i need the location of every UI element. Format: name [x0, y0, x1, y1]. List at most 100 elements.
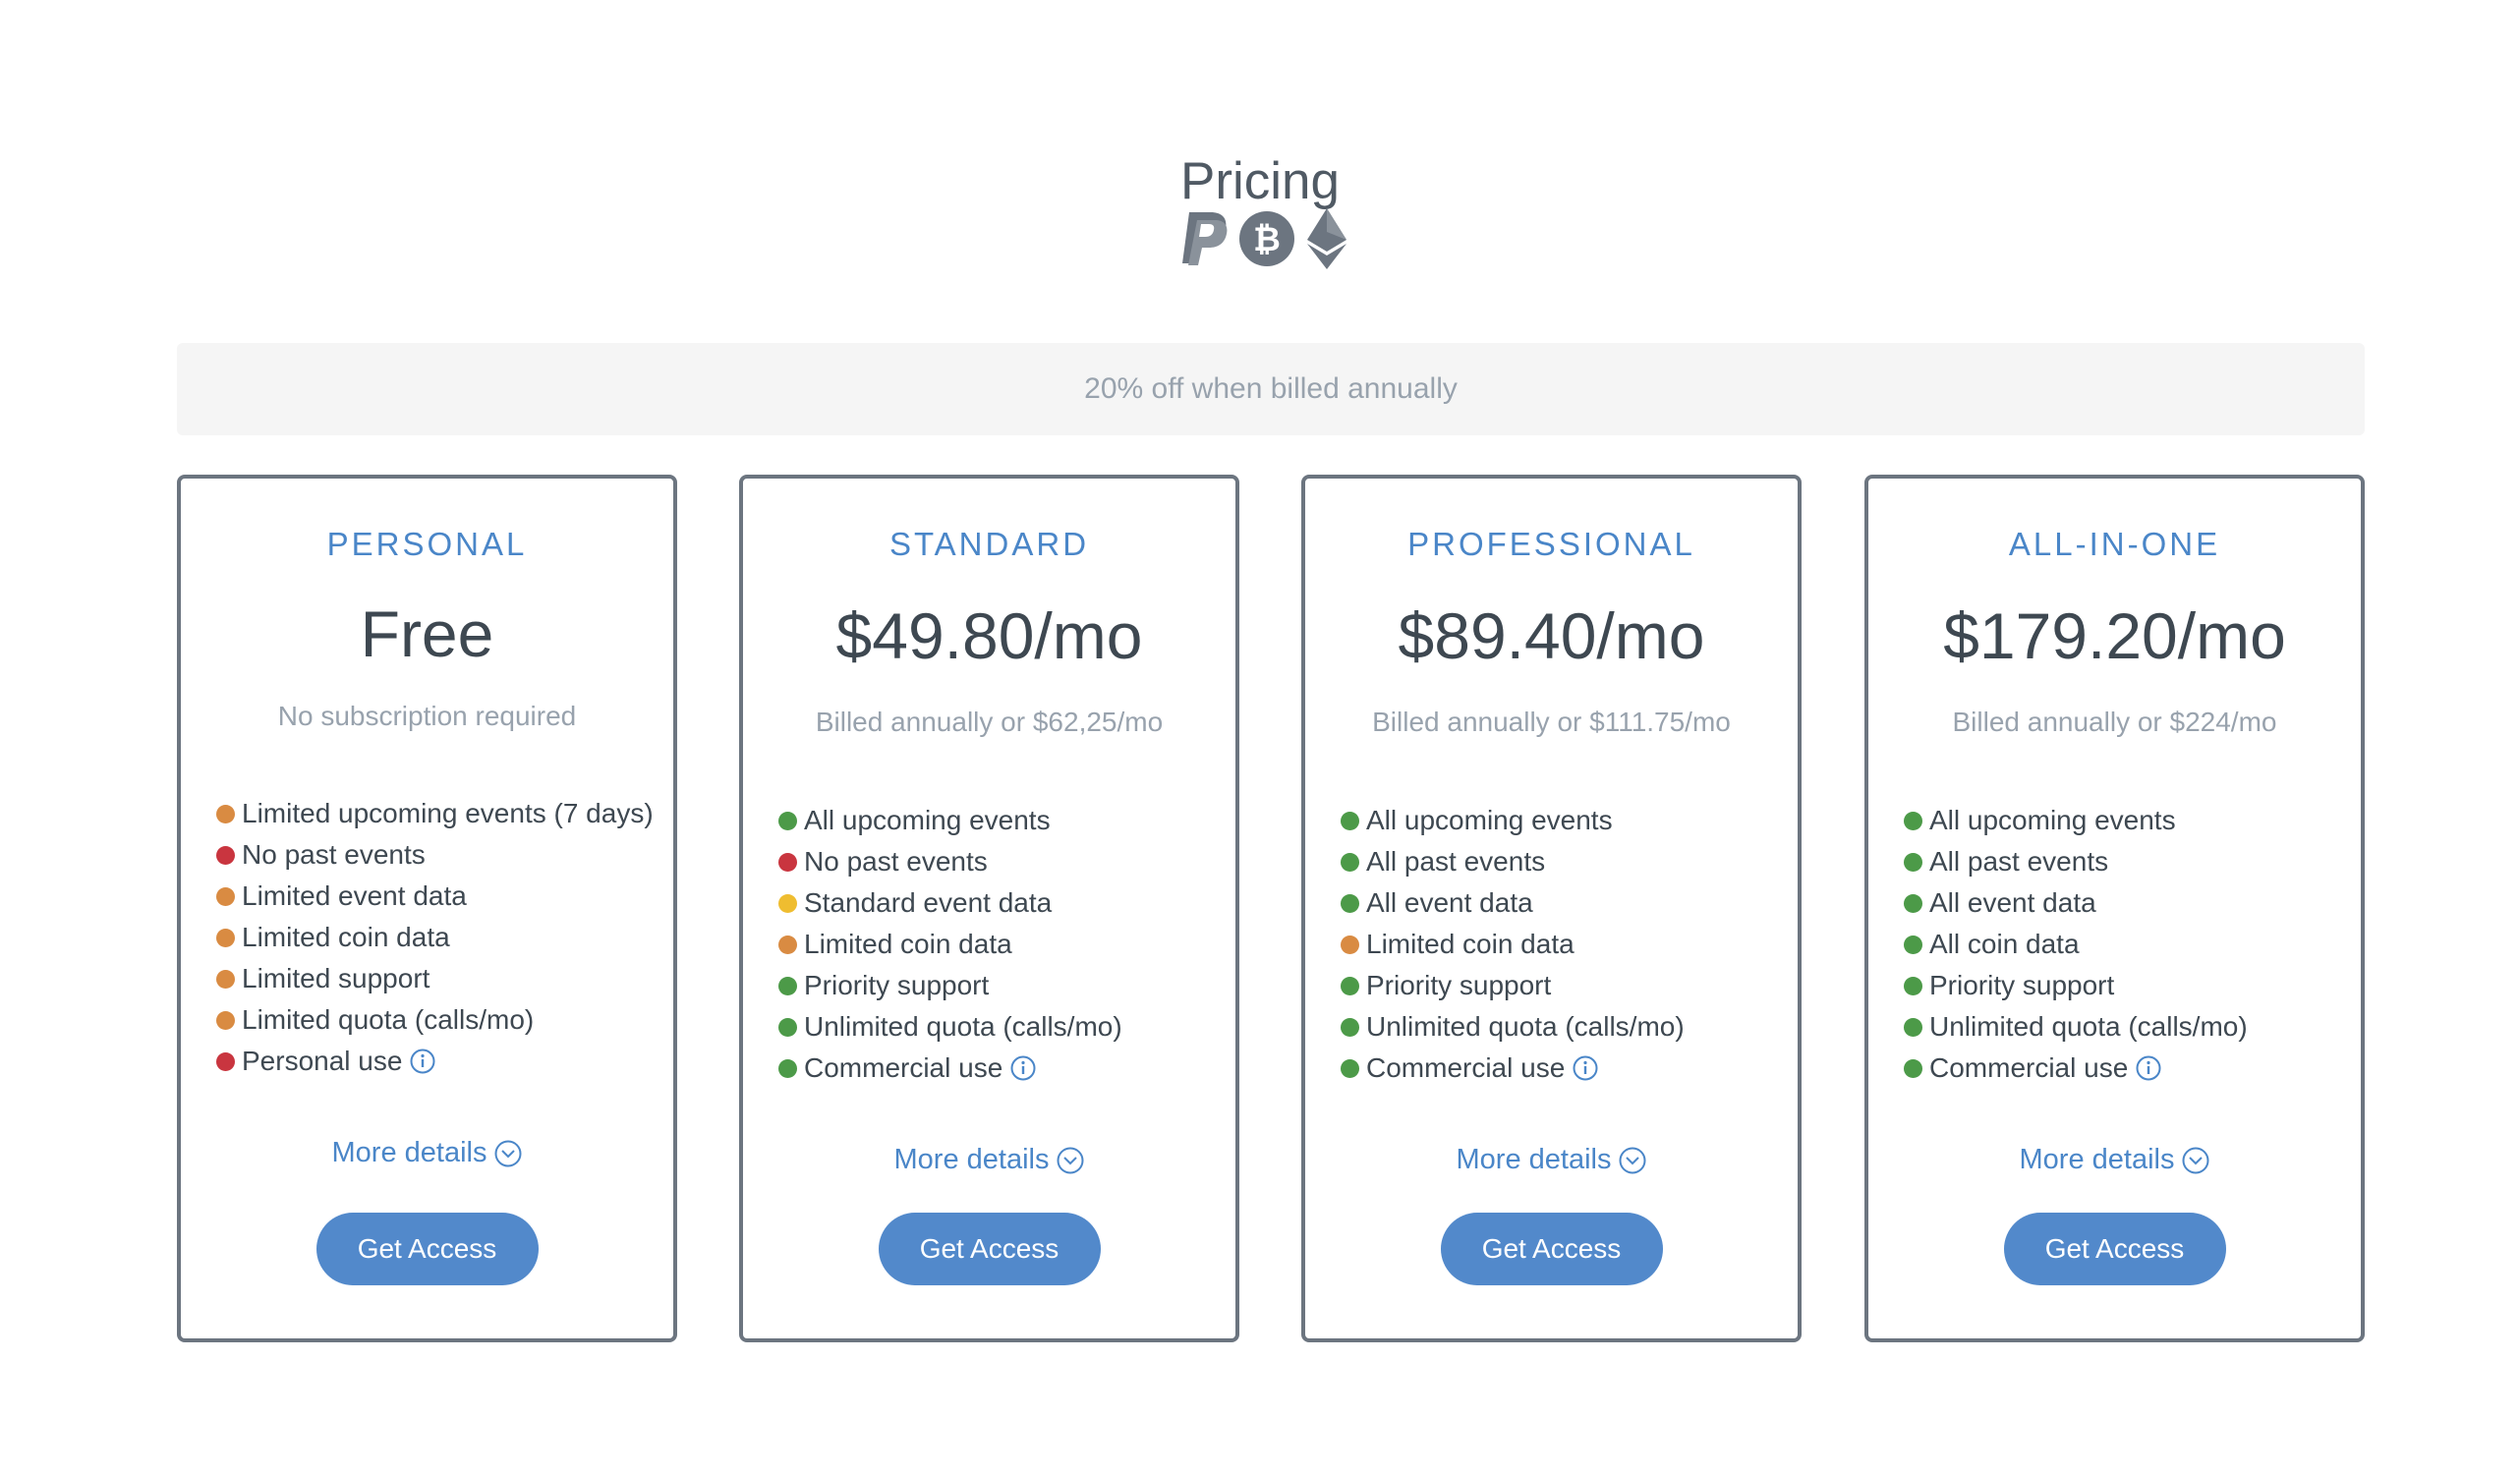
feature-item: Personal use [216, 1041, 654, 1082]
status-dot-icon [1341, 976, 1359, 995]
status-dot-icon [1341, 852, 1359, 872]
feature-label: Unlimited quota (calls/mo) [1366, 1011, 1685, 1042]
info-icon[interactable] [410, 1049, 435, 1074]
status-dot-icon [1904, 852, 1922, 872]
feature-label: Limited quota (calls/mo) [242, 1004, 535, 1035]
feature-item: Limited event data [216, 876, 654, 917]
info-icon[interactable] [1573, 1055, 1598, 1081]
feature-item: All upcoming events [1341, 800, 1685, 841]
feature-item: Priority support [778, 965, 1122, 1006]
feature-list: All upcoming events No past events Stand… [778, 800, 1122, 1089]
status-dot-icon [1904, 893, 1922, 913]
more-details-label: More details [1456, 1144, 1612, 1175]
status-dot-icon [1341, 935, 1359, 954]
feature-label: All coin data [1929, 929, 2080, 959]
status-dot-icon [1341, 1017, 1359, 1037]
status-dot-icon [216, 845, 235, 865]
status-dot-icon [1904, 976, 1922, 995]
ethereum-icon [1307, 208, 1346, 269]
feature-item: Limited coin data [778, 924, 1122, 965]
plan-billing-note: No subscription required [277, 701, 577, 731]
feature-label: Limited coin data [242, 922, 450, 952]
info-icon[interactable] [2136, 1055, 2161, 1081]
feature-item: Limited coin data [1341, 924, 1685, 965]
more-details-label: More details [893, 1144, 1050, 1175]
feature-item: Limited quota (calls/mo) [216, 999, 654, 1041]
feature-label: Commercial use [804, 1052, 1003, 1083]
chevron-down-circle-icon [2182, 1147, 2209, 1173]
plan-name: ALL-IN-ONE [2008, 526, 2221, 562]
feature-label: Priority support [804, 970, 990, 1000]
plan-billing-note: Billed annually or $62,25/mo [815, 707, 1164, 737]
feature-label: All upcoming events [1929, 805, 2176, 835]
status-dot-icon [1341, 893, 1359, 913]
plan-billing-note: Billed annually or $224/mo [1952, 707, 2277, 737]
status-dot-icon [1341, 1058, 1359, 1078]
more-details-link[interactable]: More details [181, 1137, 673, 1169]
status-dot-icon [778, 852, 797, 872]
feature-item: All upcoming events [1904, 800, 2248, 841]
feature-item: No past events [778, 841, 1122, 882]
plan-price: $179.20/mo [1943, 599, 2286, 672]
page-title: Pricing [1179, 151, 1340, 210]
feature-label: Commercial use [1366, 1052, 1566, 1083]
feature-label: No past events [242, 839, 426, 870]
status-dot-icon [778, 935, 797, 954]
plan-name: STANDARD [888, 526, 1090, 562]
status-dot-icon [1904, 811, 1922, 830]
status-dot-icon [1904, 1017, 1922, 1037]
status-dot-icon [778, 1017, 797, 1037]
payment-methods: ₿ [1179, 208, 1356, 277]
plan-price: $89.40/mo [1398, 599, 1705, 672]
get-access-button[interactable]: Get Access [878, 1213, 1101, 1285]
feature-label: Priority support [1366, 970, 1552, 1000]
status-dot-icon [216, 928, 235, 947]
feature-item: Unlimited quota (calls/mo) [1341, 1006, 1685, 1048]
feature-item: Standard event data [778, 882, 1122, 924]
feature-item: All coin data [1904, 924, 2248, 965]
get-access-button[interactable]: Get Access [315, 1213, 539, 1285]
feature-item: All upcoming events [778, 800, 1122, 841]
plan-name: PERSONAL [326, 526, 528, 562]
more-details-link[interactable]: More details [743, 1144, 1235, 1176]
feature-label: Personal use [242, 1046, 403, 1076]
status-dot-icon [778, 1058, 797, 1078]
feature-item: Priority support [1904, 965, 2248, 1006]
more-details-label: More details [2019, 1144, 2175, 1175]
feature-label: No past events [804, 846, 988, 877]
status-dot-icon [1341, 811, 1359, 830]
status-dot-icon [216, 1010, 235, 1030]
more-details-link[interactable]: More details [1868, 1144, 2361, 1176]
plan-name: PROFESSIONAL [1407, 526, 1695, 562]
get-access-button[interactable]: Get Access [1440, 1213, 1663, 1285]
status-dot-icon [1904, 935, 1922, 954]
plan-card-personal: PERSONAL Free No subscription required L… [177, 475, 677, 1342]
plan-card-professional: PROFESSIONAL $89.40/mo Billed annually o… [1301, 475, 1802, 1342]
feature-label: All past events [1929, 846, 2109, 877]
chevron-down-circle-icon [1619, 1147, 1646, 1173]
feature-item: All event data [1904, 882, 2248, 924]
info-icon[interactable] [1010, 1055, 1036, 1081]
plan-billing-note: Billed annually or $111.75/mo [1372, 707, 1731, 737]
feature-label: All upcoming events [804, 805, 1051, 835]
get-access-button[interactable]: Get Access [2003, 1213, 2226, 1285]
feature-item: Limited support [216, 958, 654, 999]
feature-item: All event data [1341, 882, 1685, 924]
status-dot-icon [778, 976, 797, 995]
more-details-link[interactable]: More details [1305, 1144, 1798, 1176]
more-details-label: More details [331, 1137, 487, 1168]
feature-label: Unlimited quota (calls/mo) [1929, 1011, 2248, 1042]
feature-item: Commercial use [1341, 1048, 1685, 1089]
feature-list: All upcoming events All past events All … [1341, 800, 1685, 1089]
feature-item: All past events [1341, 841, 1685, 882]
feature-label: All past events [1366, 846, 1546, 877]
feature-item: Unlimited quota (calls/mo) [778, 1006, 1122, 1048]
feature-label: Priority support [1929, 970, 2115, 1000]
bitcoin-icon: ₿ [1239, 211, 1294, 266]
feature-label: Commercial use [1929, 1052, 2129, 1083]
feature-label: Limited coin data [1366, 929, 1575, 959]
feature-item: Limited coin data [216, 917, 654, 958]
status-dot-icon [216, 969, 235, 989]
feature-label: Limited upcoming events (7 days) [242, 798, 654, 828]
chevron-down-circle-icon [494, 1140, 522, 1166]
